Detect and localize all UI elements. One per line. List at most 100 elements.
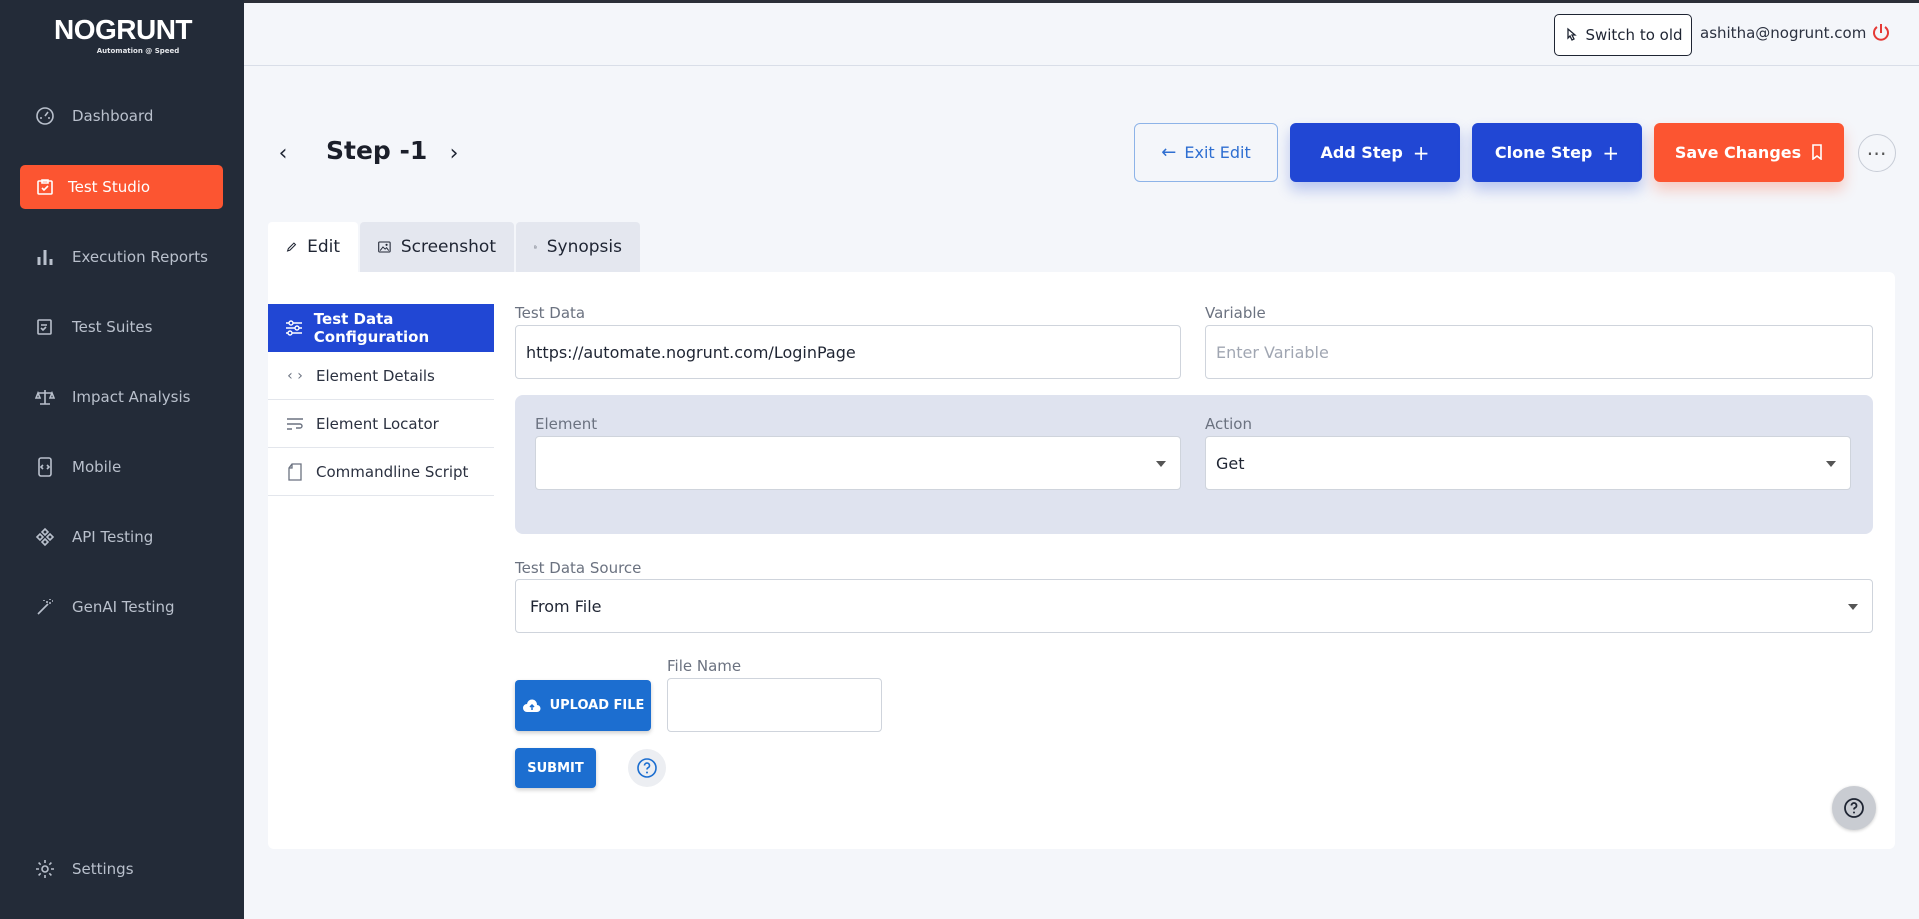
plus-icon: + — [1602, 140, 1620, 165]
test-data-input[interactable] — [526, 342, 1170, 362]
test-data-source-label: Test Data Source — [515, 559, 642, 577]
switch-to-old-button[interactable]: Switch to old — [1554, 14, 1692, 56]
image-icon — [378, 241, 391, 253]
previous-step-button[interactable]: ‹ — [270, 140, 296, 166]
arrow-left-icon: ← — [1161, 142, 1177, 163]
upload-file-label: UPLOAD FILE — [549, 698, 645, 713]
subnav-commandline-script[interactable]: Commandline Script — [268, 448, 494, 496]
pencil-icon — [286, 242, 297, 252]
power-icon[interactable] — [1870, 22, 1892, 44]
help-circle-icon — [637, 758, 657, 778]
floating-help-button[interactable] — [1832, 786, 1876, 830]
tab-label: Screenshot — [400, 237, 496, 257]
sidebar-item-test-suites[interactable]: Test Suites — [20, 305, 223, 349]
caret-down-icon — [1848, 604, 1858, 610]
file-name-label: File Name — [667, 657, 742, 675]
document-icon — [534, 245, 537, 249]
chevron-right-icon: › — [449, 140, 459, 166]
variable-input[interactable] — [1216, 342, 1862, 362]
logo-text: NOGRUNT — [53, 14, 193, 45]
sidebar-item-label: Execution Reports — [72, 248, 208, 266]
save-changes-button[interactable]: Save Changes — [1654, 123, 1844, 182]
sidebar-item-label: API Testing — [72, 528, 154, 546]
exit-edit-button[interactable]: ← Exit Edit — [1134, 123, 1278, 182]
add-step-label: Add Step — [1320, 143, 1403, 162]
action-label: Action — [1205, 415, 1252, 433]
sidebar-item-label: Mobile — [72, 458, 122, 476]
sidebar-item-settings[interactable]: Settings — [20, 847, 223, 891]
subnav-element-details[interactable]: ‹ › Element Details — [268, 352, 494, 400]
submit-button[interactable]: SUBMIT — [515, 748, 596, 788]
element-label: Element — [535, 415, 598, 433]
caret-down-icon — [1826, 461, 1836, 467]
test-data-source-select[interactable]: From File — [515, 579, 1873, 633]
subnav-test-data-configuration[interactable]: Test Data Configuration — [268, 304, 494, 352]
caret-down-icon — [1156, 461, 1166, 467]
more-options-button[interactable]: ⋯ — [1858, 134, 1896, 172]
cloud-upload-icon — [522, 698, 541, 712]
chevron-left-icon: ‹ — [278, 140, 288, 166]
logo-tagline: Automation @ Speed — [96, 47, 180, 55]
scale-icon — [34, 386, 56, 408]
subnav-label: Element Details — [316, 366, 435, 385]
file-name-field[interactable] — [667, 678, 882, 732]
file-icon — [284, 462, 306, 481]
bookmark-icon — [1811, 141, 1823, 165]
sidebar-item-label: GenAI Testing — [72, 598, 175, 616]
help-circle-icon — [1844, 798, 1864, 818]
mobile-icon — [34, 456, 56, 478]
add-step-button[interactable]: Add Step + — [1290, 123, 1460, 182]
sidebar-item-test-studio[interactable]: Test Studio — [20, 165, 223, 209]
sidebar-item-label: Test Studio — [68, 178, 151, 196]
tab-label: Synopsis — [546, 237, 622, 257]
subnav-label: Test Data Configuration — [313, 310, 430, 346]
bar-chart-icon — [34, 246, 56, 268]
file-name-input[interactable] — [678, 695, 871, 715]
code-icon: ‹ › — [287, 367, 303, 384]
tab-screenshot[interactable]: Screenshot — [360, 222, 514, 272]
sidebar: NOGRUNT Automation @ Speed Dashboard Tes… — [0, 0, 244, 919]
tab-label: Edit — [307, 237, 340, 257]
magic-wand-icon — [34, 596, 56, 618]
action-select[interactable]: Get — [1205, 436, 1851, 490]
exit-edit-label: Exit Edit — [1184, 143, 1251, 162]
sidebar-item-mobile[interactable]: Mobile — [20, 445, 223, 489]
sidebar-item-label: Test Suites — [72, 318, 153, 336]
user-email: ashitha@nogrunt.com — [1700, 24, 1867, 42]
test-data-label: Test Data — [515, 304, 586, 322]
sidebar-item-label: Settings — [72, 860, 134, 878]
wrap-text-icon — [284, 416, 306, 432]
sidebar-item-execution-reports[interactable]: Execution Reports — [20, 235, 223, 279]
switch-to-old-label: Switch to old — [1585, 26, 1683, 44]
help-button[interactable] — [628, 749, 666, 787]
gear-icon — [34, 858, 56, 880]
test-data-source-value: From File — [530, 596, 602, 616]
subnav-label: Element Locator — [316, 414, 439, 433]
sidebar-item-dashboard[interactable]: Dashboard — [20, 94, 223, 138]
logo[interactable]: NOGRUNT Automation @ Speed — [52, 14, 194, 58]
action-select-value: Get — [1216, 453, 1245, 473]
step-title: Step -1 — [326, 136, 428, 165]
clipboard-icon — [34, 176, 56, 198]
pointer-icon — [1567, 27, 1578, 41]
sidebar-item-impact-analysis[interactable]: Impact Analysis — [20, 375, 223, 419]
sidebar-item-api-testing[interactable]: API Testing — [20, 515, 223, 559]
subnav-label: Commandline Script — [316, 462, 469, 481]
api-icon — [34, 526, 56, 548]
sidebar-item-genai-testing[interactable]: GenAI Testing — [20, 585, 223, 629]
element-select[interactable] — [535, 436, 1181, 490]
next-step-button[interactable]: › — [441, 140, 467, 166]
upload-file-button[interactable]: UPLOAD FILE — [515, 680, 651, 731]
sliders-icon — [284, 320, 304, 336]
plus-icon: + — [1412, 140, 1430, 165]
subnav-element-locator[interactable]: Element Locator — [268, 400, 494, 448]
clone-step-button[interactable]: Clone Step + — [1472, 123, 1642, 182]
tab-edit[interactable]: Edit — [268, 222, 358, 272]
config-subnav: Test Data Configuration ‹ › Element Deta… — [268, 304, 494, 496]
test-data-field[interactable] — [515, 325, 1181, 379]
save-changes-label: Save Changes — [1674, 143, 1802, 162]
checklist-icon — [34, 316, 56, 338]
more-horizontal-icon: ⋯ — [1866, 141, 1888, 165]
tab-synopsis[interactable]: Synopsis — [516, 222, 640, 272]
variable-field[interactable] — [1205, 325, 1873, 379]
